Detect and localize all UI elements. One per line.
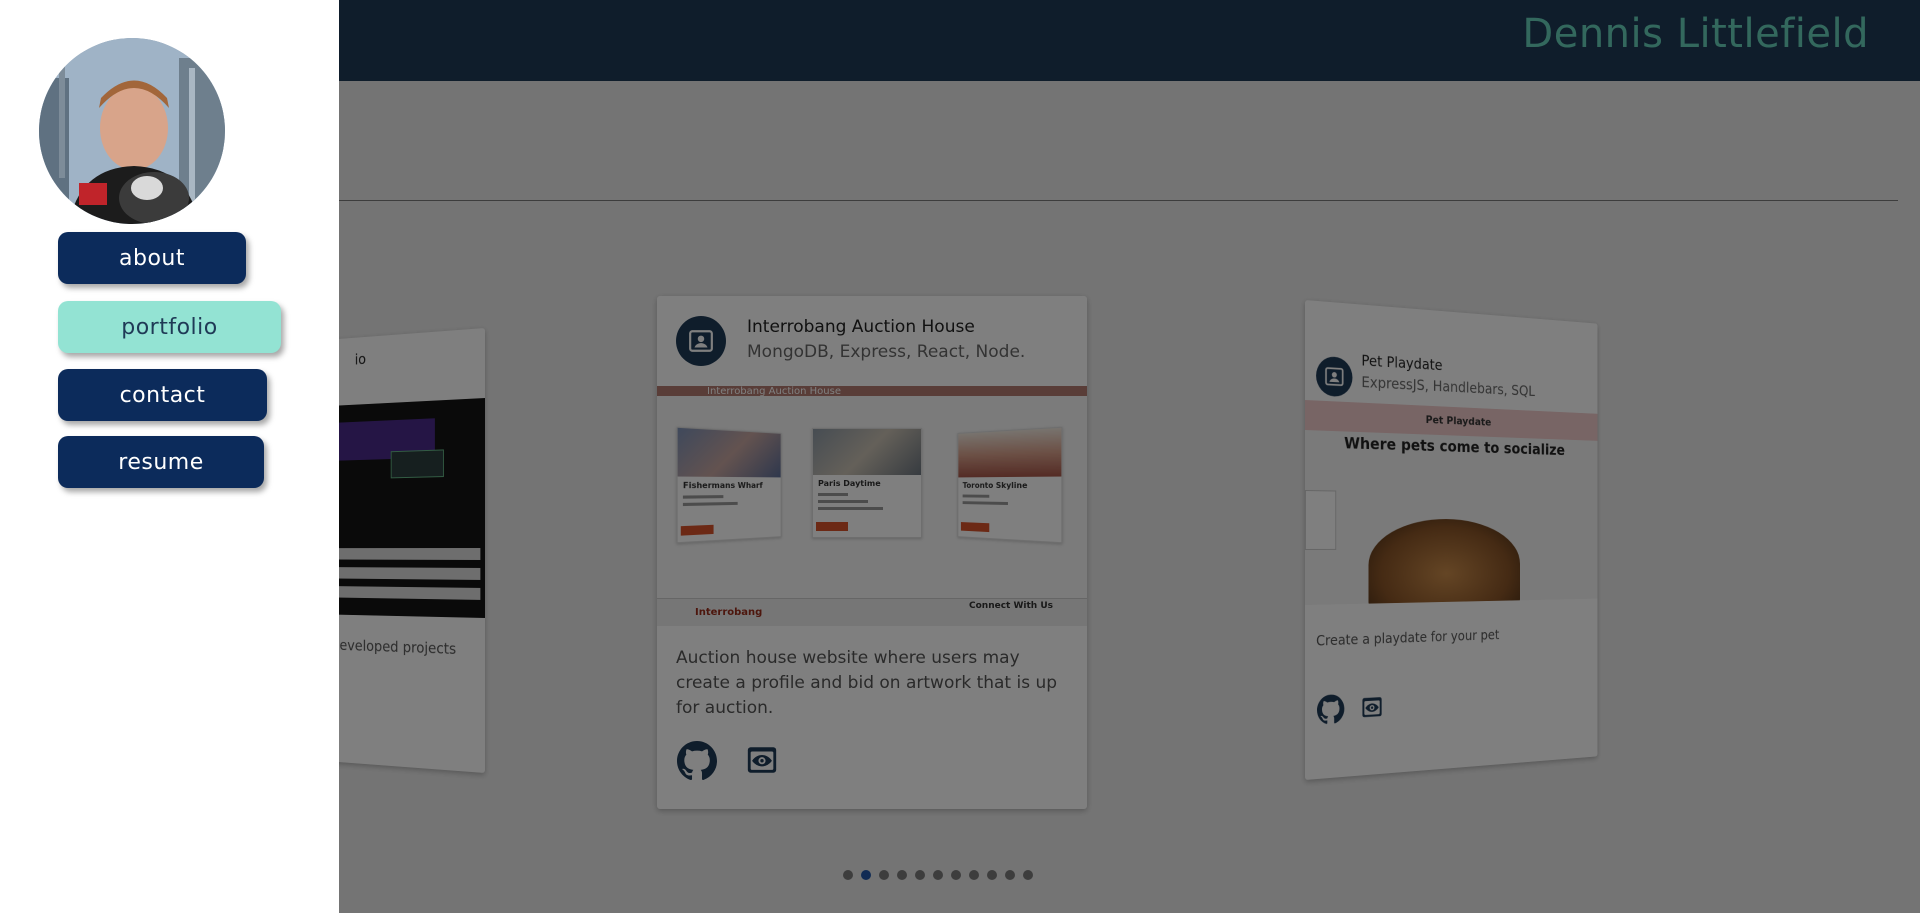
nav-contact-button[interactable]: contact [58,369,267,421]
side-menu: about portfolio contact resume [0,0,339,913]
profile-photo [39,38,225,224]
nav-about-button[interactable]: about [58,232,246,284]
nav-resume-button[interactable]: resume [58,436,264,488]
nav-portfolio-button[interactable]: portfolio [58,301,281,353]
